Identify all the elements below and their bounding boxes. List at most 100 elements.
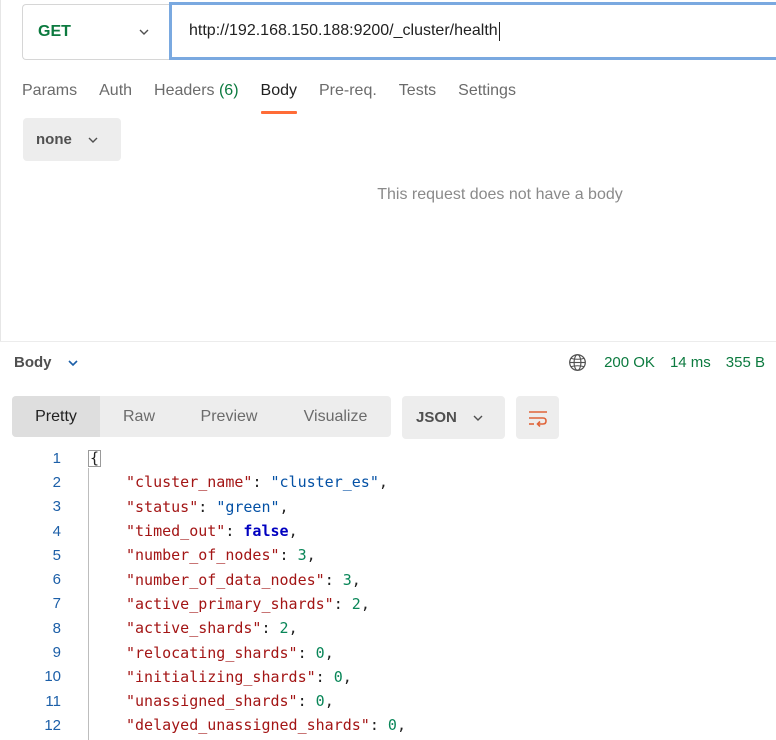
format-dropdown[interactable]: JSON	[402, 396, 505, 439]
response-body-label: Body	[14, 354, 52, 371]
tab-settings[interactable]: Settings	[458, 80, 516, 114]
json-key: "timed_out"	[126, 522, 226, 541]
code-line: 3 "status": "green",	[0, 495, 776, 519]
code-line: 6 "number_of_data_nodes": 3,	[0, 567, 776, 591]
wrap-lines-icon	[528, 410, 547, 427]
tab-label: Headers	[154, 82, 215, 99]
chevron-down-icon	[139, 29, 149, 35]
status-badge[interactable]: 200 OK	[604, 354, 655, 371]
response-body-dropdown[interactable]: Body	[14, 354, 78, 371]
json-punct: :	[333, 594, 352, 613]
response-time[interactable]: 14 ms	[670, 354, 711, 371]
json-value: 2	[279, 619, 289, 638]
json-value: 0	[333, 667, 343, 686]
tab-count-badge: (6)	[214, 82, 239, 99]
line-number: 3	[52, 498, 61, 516]
json-brace: {	[88, 448, 102, 467]
json-punct: :	[261, 619, 280, 638]
tab-tests[interactable]: Tests	[399, 80, 436, 114]
code-line: 11 "unassigned_shards": 0,	[0, 689, 776, 713]
json-punct: :	[279, 546, 298, 565]
method-dropdown[interactable]: GET	[22, 4, 169, 60]
tab-raw[interactable]: Raw	[100, 396, 178, 437]
tab-visualize[interactable]: Visualize	[280, 396, 391, 437]
empty-body-message: This request does not have a body	[377, 186, 623, 203]
tab-label: Settings	[458, 82, 516, 99]
json-punct: :	[324, 570, 343, 589]
response-meta: 200 OK 14 ms 355 B	[568, 353, 765, 372]
json-punct: :	[198, 497, 217, 516]
code-line: 7 "active_primary_shards": 2,	[0, 592, 776, 616]
json-punct: ,	[324, 643, 334, 662]
json-punct: ,	[378, 473, 388, 492]
line-number: 12	[44, 716, 61, 734]
format-label: JSON	[416, 409, 457, 426]
pane-divider[interactable]	[0, 341, 776, 342]
json-key: "cluster_name"	[126, 473, 253, 492]
tab-pre-req[interactable]: Pre-req.	[319, 80, 377, 114]
json-key: "number_of_nodes"	[126, 546, 280, 565]
json-value: 2	[351, 594, 361, 613]
code-line: 2 "cluster_name": "cluster_es",	[0, 470, 776, 494]
tab-pretty[interactable]: Pretty	[12, 396, 100, 437]
json-value: 3	[342, 570, 352, 589]
response-view-tabs: Pretty Raw Preview Visualize	[12, 396, 391, 437]
code-line: 9 "relocating_shards": 0,	[0, 640, 776, 664]
json-value: false	[243, 522, 289, 541]
json-value: 0	[387, 716, 397, 735]
tab-preview[interactable]: Preview	[178, 396, 280, 437]
tab-label: Auth	[99, 82, 133, 99]
body-type-dropdown[interactable]: none	[23, 118, 121, 161]
json-punct: :	[297, 643, 316, 662]
tab-auth[interactable]: Auth	[99, 80, 132, 114]
tab-headers[interactable]: Headers (6)	[154, 80, 238, 114]
json-punct: :	[315, 667, 334, 686]
line-number: 9	[52, 644, 61, 662]
chevron-down-icon	[473, 415, 483, 421]
line-number: 8	[52, 619, 61, 637]
code-line: 1{	[0, 446, 776, 470]
json-punct: ,	[288, 522, 298, 541]
json-value: 0	[315, 643, 325, 662]
json-punct: :	[252, 473, 271, 492]
tab-params[interactable]: Params	[22, 80, 77, 114]
code-line: 5 "number_of_nodes": 3,	[0, 543, 776, 567]
json-punct: ,	[306, 546, 316, 565]
json-key: "delayed_unassigned_shards"	[126, 716, 370, 735]
code-line: 8 "active_shards": 2,	[0, 616, 776, 640]
json-punct: ,	[351, 570, 361, 589]
url-text: http://192.168.150.188:9200/_cluster/hea…	[189, 22, 498, 39]
line-number: 10	[44, 668, 61, 686]
response-code-viewer[interactable]: 1{2 "cluster_name": "cluster_es", 3 "status…	[0, 446, 776, 738]
response-size[interactable]: 355 B	[726, 354, 765, 371]
chevron-down-icon	[88, 137, 98, 143]
code-line: 12 "delayed_unassigned_shards": 0,	[0, 713, 776, 737]
tab-label: Body	[260, 82, 297, 99]
json-punct: :	[225, 522, 244, 541]
globe-icon[interactable]	[568, 353, 587, 372]
json-key: "initializing_shards"	[126, 667, 316, 686]
json-punct: ,	[360, 594, 370, 613]
json-key: "number_of_data_nodes"	[126, 570, 325, 589]
line-number: 11	[45, 692, 61, 710]
left-edge-border	[0, 0, 1, 341]
json-punct: ,	[279, 497, 289, 516]
wrap-lines-button[interactable]	[516, 396, 559, 439]
json-value: 0	[315, 692, 325, 711]
line-number: 1	[52, 449, 61, 467]
code-line: 10 "initializing_shards": 0,	[0, 665, 776, 689]
json-punct: ,	[288, 619, 298, 638]
tab-label: Tests	[398, 82, 437, 99]
json-key: "unassigned_shards"	[126, 692, 298, 711]
json-punct: ,	[342, 667, 352, 686]
json-key: "active_primary_shards"	[126, 594, 334, 613]
json-key: "status"	[126, 497, 199, 516]
method-label: GET	[38, 23, 71, 40]
request-tabs: Params Auth Headers (6) Body Pre-req. Tests Se…	[22, 80, 538, 114]
line-number: 6	[52, 571, 61, 589]
url-input[interactable]: http://192.168.150.188:9200/_cluster/hea…	[169, 2, 776, 60]
json-punct: ,	[324, 692, 334, 711]
json-value: "cluster_es"	[270, 473, 379, 492]
tab-body[interactable]: Body	[260, 80, 298, 114]
line-number: 7	[52, 595, 61, 613]
